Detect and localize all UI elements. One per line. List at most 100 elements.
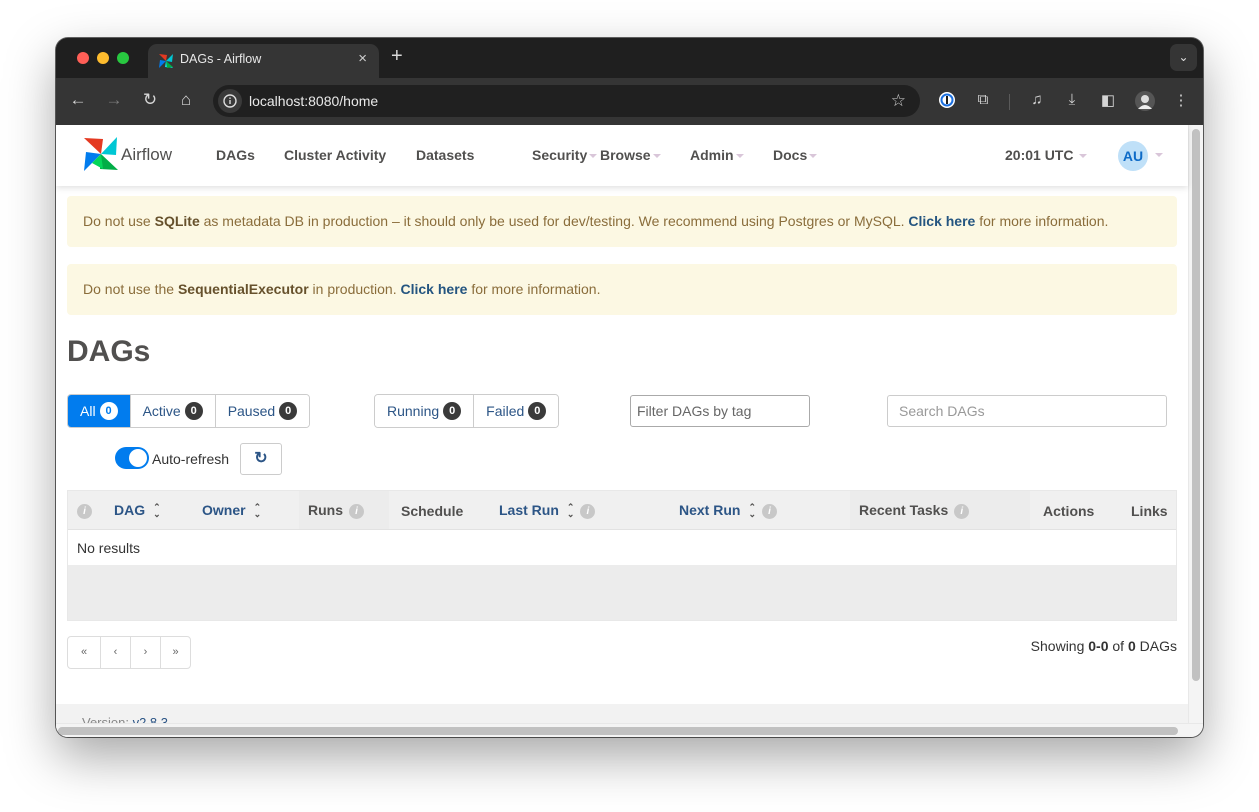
showing-count: Showing 0-0 of 0 DAGs xyxy=(1031,638,1177,654)
count-badge: 0 xyxy=(99,402,118,420)
page-next-button[interactable]: › xyxy=(130,637,160,668)
toolbar-separator xyxy=(1009,94,1010,110)
clock-text: 20:01 UTC xyxy=(1005,147,1074,163)
dropdown-caret-icon xyxy=(589,154,598,159)
filter-all[interactable]: All 0 xyxy=(68,395,130,427)
alert-click-here-link[interactable]: Click here xyxy=(908,213,975,229)
dropdown-caret-icon xyxy=(652,154,661,159)
alert-click-here-link[interactable]: Click here xyxy=(401,281,468,297)
site-info-icon[interactable] xyxy=(218,89,242,113)
info-icon[interactable]: i xyxy=(349,503,364,519)
table-footer xyxy=(68,565,1176,620)
password-manager-icon[interactable] xyxy=(937,91,957,111)
browser-toolbar: ← → ↻ ⌂ localhost:8080/home ☆ ⧉ ♫ ⤓ ◧ ⋮ xyxy=(56,78,1203,125)
user-menu-caret-icon[interactable] xyxy=(1155,153,1163,157)
home-icon[interactable]: ⌂ xyxy=(175,90,197,110)
info-icon[interactable]: i xyxy=(77,503,92,519)
sort-icon: ⌃ ⌄ xyxy=(748,502,756,520)
nav-security[interactable]: Security xyxy=(532,147,598,163)
dropdown-caret-icon xyxy=(735,154,744,159)
reload-icon[interactable]: ↻ xyxy=(139,90,161,110)
scrollbar-thumb[interactable] xyxy=(1192,129,1200,681)
col-actions: Actions xyxy=(1043,491,1094,529)
extensions-icon[interactable]: ⧉ xyxy=(973,91,993,111)
col-owner[interactable]: Owner ⌃ ⌄ xyxy=(202,491,261,529)
airflow-logo-icon[interactable] xyxy=(82,135,120,173)
showing-total: 0 xyxy=(1127,638,1136,654)
nav-datasets-label: Datasets xyxy=(416,147,475,163)
filter-active[interactable]: Active 0 xyxy=(129,395,215,427)
sort-icon: ⌃ ⌄ xyxy=(566,502,575,520)
info-icon[interactable]: i xyxy=(580,503,596,519)
address-bar[interactable]: localhost:8080/home ☆ xyxy=(213,85,920,117)
col-dag[interactable]: DAG ⌃ ⌄ xyxy=(114,491,161,529)
nav-cluster-activity-label: Cluster Activity xyxy=(284,147,387,163)
empty-state-row: No results xyxy=(68,529,1176,565)
filter-failed[interactable]: Failed 0 xyxy=(473,395,559,427)
forward-icon[interactable]: → xyxy=(103,90,125,110)
auto-refresh-toggle[interactable] xyxy=(115,447,149,469)
col-next-run[interactable]: Next Run ⌃ ⌄ i xyxy=(679,491,777,529)
info-icon[interactable]: i xyxy=(954,503,970,519)
col-runs: Runs i xyxy=(299,491,389,529)
tab-search-chevron-icon[interactable]: ⌄ xyxy=(1170,44,1197,71)
search-dags-input[interactable] xyxy=(887,395,1167,427)
media-icon[interactable]: ♫ xyxy=(1027,91,1047,111)
bookmark-star-icon[interactable]: ☆ xyxy=(891,91,906,111)
close-tab-icon[interactable]: × xyxy=(358,50,367,67)
browser-tab[interactable]: DAGs - Airflow × xyxy=(148,44,379,78)
col-label: DAG xyxy=(114,502,146,518)
col-info[interactable]: i xyxy=(77,491,92,529)
pagination: « ‹ › » xyxy=(67,636,191,669)
page-first-button[interactable]: « xyxy=(68,637,100,668)
nav-dags[interactable]: DAGs xyxy=(216,147,255,163)
refresh-icon: ↻ xyxy=(254,450,268,467)
col-schedule: Schedule xyxy=(401,491,463,529)
col-label: Schedule xyxy=(401,503,464,519)
brand-name[interactable]: Airflow xyxy=(121,145,172,165)
nav-cluster-activity[interactable]: Cluster Activity xyxy=(284,147,386,163)
user-avatar[interactable]: AU xyxy=(1118,141,1148,171)
sidepanel-icon[interactable]: ◧ xyxy=(1098,91,1118,111)
refresh-button[interactable]: ↻ xyxy=(240,443,282,475)
menu-icon[interactable]: ⋮ xyxy=(1171,91,1191,111)
airflow-favicon-icon xyxy=(159,54,173,68)
horizontal-scrollbar[interactable] xyxy=(56,723,1203,737)
info-icon[interactable]: i xyxy=(762,503,777,519)
col-last-run[interactable]: Last Run ⌃ ⌄ i xyxy=(499,491,596,529)
tab-title: DAGs - Airflow xyxy=(180,52,262,66)
executor-warning-alert: Do not use the SequentialExecutor in pro… xyxy=(67,264,1177,315)
nav-dags-label: DAGs xyxy=(216,147,255,163)
dropdown-caret-icon xyxy=(1079,154,1088,159)
filter-running[interactable]: Running 0 xyxy=(375,395,474,427)
status-filter-group: All 0 Active 0 Paused 0 xyxy=(67,394,311,428)
col-label: Last Run xyxy=(499,502,559,518)
url-text[interactable]: localhost:8080/home xyxy=(249,93,378,109)
filter-paused[interactable]: Paused 0 xyxy=(214,395,310,427)
minimize-window-button[interactable] xyxy=(97,52,109,64)
dropdown-caret-icon xyxy=(809,154,818,159)
utc-clock[interactable]: 20:01 UTC xyxy=(1005,147,1088,163)
filter-label: Failed xyxy=(486,403,525,419)
showing-range: 0-0 xyxy=(1088,638,1109,654)
back-icon[interactable]: ← xyxy=(67,90,89,110)
maximize-window-button[interactable] xyxy=(117,52,129,64)
page-title: DAGs xyxy=(67,335,151,368)
col-label: Actions xyxy=(1043,503,1095,519)
download-icon[interactable]: ⤓ xyxy=(1062,91,1082,111)
page-prev-button[interactable]: ‹ xyxy=(100,637,130,668)
close-window-button[interactable] xyxy=(77,52,89,64)
page-last-button[interactable]: » xyxy=(160,637,190,668)
scrollbar-thumb[interactable] xyxy=(58,727,1178,735)
nav-docs[interactable]: Docs xyxy=(773,147,818,163)
new-tab-icon[interactable]: + xyxy=(391,45,403,68)
nav-browse[interactable]: Browse xyxy=(600,147,661,163)
sqlite-warning-alert: Do not use SQLite as metadata DB in prod… xyxy=(67,196,1177,247)
nav-datasets[interactable]: Datasets xyxy=(416,147,474,163)
nav-admin[interactable]: Admin xyxy=(690,147,744,163)
filter-label: Paused xyxy=(227,403,276,419)
vertical-scrollbar[interactable] xyxy=(1188,125,1203,723)
tag-filter-input[interactable] xyxy=(630,395,810,427)
profile-icon[interactable] xyxy=(1135,91,1155,111)
filter-label: Active xyxy=(142,403,181,419)
